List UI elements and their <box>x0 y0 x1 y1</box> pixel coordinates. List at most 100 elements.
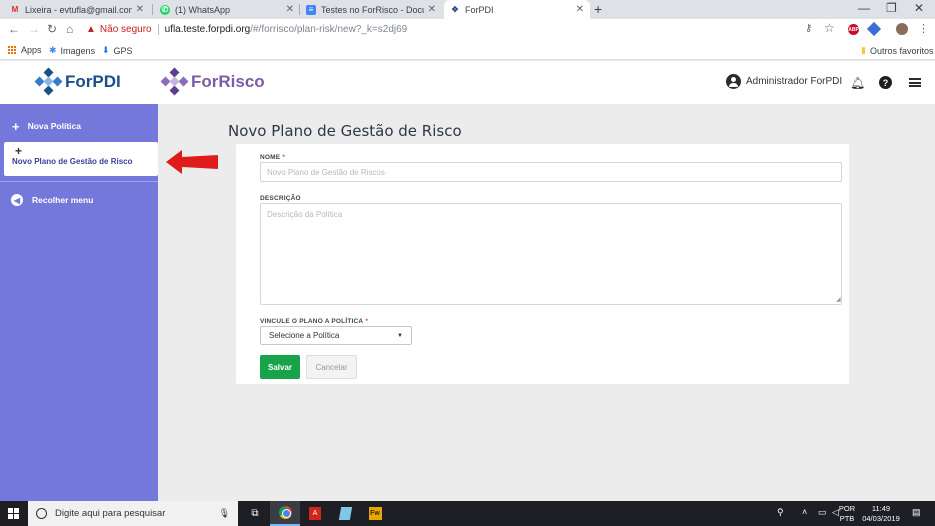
user-name: Administrador ForPDI <box>746 76 843 87</box>
other-bookmarks[interactable]: ▮ Outros favoritos <box>861 45 933 56</box>
forward-icon[interactable]: → <box>28 22 40 36</box>
key-icon[interactable]: ⚷ <box>805 23 812 34</box>
annotation-arrow-icon <box>166 150 218 174</box>
cancel-button[interactable]: Cancelar <box>306 355 357 379</box>
tab-title: Testes no ForRisco - Documentos <box>321 4 424 15</box>
forpdi-logo[interactable]: For PDI <box>34 67 121 96</box>
url-host: ufla.teste.forpdi.org <box>164 24 251 35</box>
cortana-icon <box>36 508 47 519</box>
tab-separator <box>152 4 153 15</box>
forrisco-logo-icon <box>160 67 189 96</box>
adblock-icon[interactable]: ABP <box>848 24 859 35</box>
user-menu[interactable]: Administrador ForPDI <box>726 74 842 89</box>
sidebar: + Nova Política + Novo Plano de Gestão d… <box>0 104 158 501</box>
plus-icon: + <box>15 144 23 158</box>
language-indicator[interactable]: POR PTB <box>838 504 856 524</box>
windows-start-icon[interactable] <box>8 508 20 520</box>
maximize-icon[interactable]: ❐ <box>886 1 897 15</box>
task-view-icon[interactable]: ⧉ <box>240 501 270 526</box>
sidebar-item-new-policy[interactable]: + Nova Política <box>0 118 158 134</box>
minimize-icon[interactable]: — <box>858 1 870 15</box>
notifications-icon[interactable]: ▤ <box>912 507 921 518</box>
chevron-up-icon[interactable]: ˄ <box>802 507 807 517</box>
gps-icon: ⬇ <box>102 45 110 55</box>
plus-icon: + <box>12 118 20 134</box>
star-icon[interactable]: ☆ <box>824 21 835 35</box>
taskbar-fireworks[interactable]: Fw <box>360 501 390 526</box>
close-icon[interactable]: ✕ <box>576 4 584 15</box>
taskbar-app[interactable] <box>330 501 360 526</box>
warning-icon: ▲ <box>86 24 96 35</box>
sidebar-item-new-plan[interactable]: + Novo Plano de Gestão de Risco <box>4 142 158 176</box>
app-icon <box>338 507 352 520</box>
close-icon[interactable]: ✕ <box>136 4 144 15</box>
tab-title: Lixeira - evtufla@gmail.com - Gm <box>25 4 132 15</box>
name-input[interactable] <box>260 162 842 182</box>
app-header: For PDI For Risco Administrador ForPDI 🔔︎ … <box>0 61 935 104</box>
description-textarea[interactable] <box>260 203 842 305</box>
required-mark: * <box>282 154 286 161</box>
battery-icon[interactable]: ▭ <box>818 507 827 518</box>
apps-grid-icon <box>8 45 17 55</box>
divider <box>157 24 159 35</box>
clock[interactable]: 11:49 04/03/2019 <box>858 504 904 524</box>
bookmark-images[interactable]: ✱ Imagens <box>49 45 95 56</box>
help-icon[interactable]: ? <box>879 76 892 89</box>
collapse-left-icon: ◀ <box>11 194 23 206</box>
bookmark-apps[interactable]: Apps <box>8 45 42 55</box>
bookmark-label: GPS <box>113 45 133 56</box>
resize-grip-icon[interactable]: ◢ <box>836 296 841 303</box>
tab-title: ForPDI <box>465 4 494 15</box>
taskbar-chrome[interactable] <box>270 501 300 526</box>
bookmark-gps[interactable]: ⬇ GPS <box>102 45 133 56</box>
policy-select-value: Selecione a Política <box>269 331 340 340</box>
window-close-icon[interactable]: ✕ <box>914 1 924 15</box>
logo-text-pdi: PDI <box>92 72 121 91</box>
browser-toolbar: ← → ↻ ⌂ ▲ Não seguro ufla.teste.forpdi.o… <box>0 19 935 41</box>
save-button[interactable]: Salvar <box>260 355 300 379</box>
acrobat-icon: A <box>309 507 321 520</box>
bookmark-label: Imagens <box>60 45 96 56</box>
language-code: POR <box>838 504 856 513</box>
forpdi-logo-icon <box>34 67 63 96</box>
keyboard-layout: PTB <box>839 514 855 523</box>
sidebar-item-collapse[interactable]: ◀ Recolher menu <box>0 192 158 208</box>
sidebar-item-label: Nova Política <box>27 121 81 131</box>
address-bar[interactable]: ▲ Não seguro ufla.teste.forpdi.org /#/fo… <box>86 21 836 38</box>
close-icon[interactable]: ✕ <box>286 4 294 15</box>
search-placeholder: Digite aqui para pesquisar <box>55 508 166 519</box>
other-bookmarks-label: Outros favoritos <box>869 45 934 56</box>
hamburger-menu-icon[interactable] <box>909 78 921 87</box>
forrisco-logo[interactable]: For Risco <box>160 67 265 96</box>
close-icon[interactable]: ✕ <box>428 4 436 15</box>
tab-title: (1) WhatsApp <box>175 4 231 15</box>
sidebar-item-label: Novo Plano de Gestão de Risco <box>12 157 133 166</box>
taskbar-acrobat[interactable]: A <box>300 501 330 526</box>
microphone-icon[interactable]: 🎙︎ <box>219 508 230 519</box>
new-tab-icon[interactable]: + <box>594 1 602 17</box>
logo-text-for: For <box>191 72 219 91</box>
images-icon: ✱ <box>49 45 57 55</box>
tab-forpdi[interactable]: ✥ ForPDI ✕ <box>444 0 590 19</box>
tab-gmail[interactable]: M Lixeira - evtufla@gmail.com - Gm ✕ <box>4 0 150 19</box>
bookmark-label: Apps <box>21 45 42 55</box>
home-icon[interactable]: ⌂ <box>66 22 73 36</box>
policy-select[interactable]: Selecione a Política ▼ <box>260 326 412 345</box>
name-field-label: NOME * <box>260 154 285 161</box>
bell-icon[interactable]: 🔔︎ <box>850 76 865 90</box>
tab-docs[interactable]: ≡ Testes no ForRisco - Documentos ✕ <box>300 0 442 19</box>
security-label: Não seguro <box>99 24 152 35</box>
tab-whatsapp[interactable]: ✆ (1) WhatsApp ✕ <box>154 0 300 19</box>
extension-icon[interactable] <box>866 21 882 37</box>
policy-field-label: VINCULE O PLANO A POLÍTICA * <box>260 318 368 325</box>
taskbar-search[interactable]: Digite aqui para pesquisar 🎙︎ <box>28 501 238 526</box>
back-icon[interactable]: ← <box>8 22 20 36</box>
chevron-down-icon: ▼ <box>397 332 403 339</box>
more-menu-icon[interactable]: ⋮ <box>918 22 929 35</box>
logo-text-risco: Risco <box>218 72 265 91</box>
profile-avatar[interactable] <box>896 23 908 35</box>
reload-icon[interactable]: ↻ <box>47 22 57 36</box>
folder-icon: ▮ <box>861 45 866 55</box>
people-icon[interactable]: ⚲ <box>777 507 784 518</box>
docs-icon: ≡ <box>306 4 316 15</box>
